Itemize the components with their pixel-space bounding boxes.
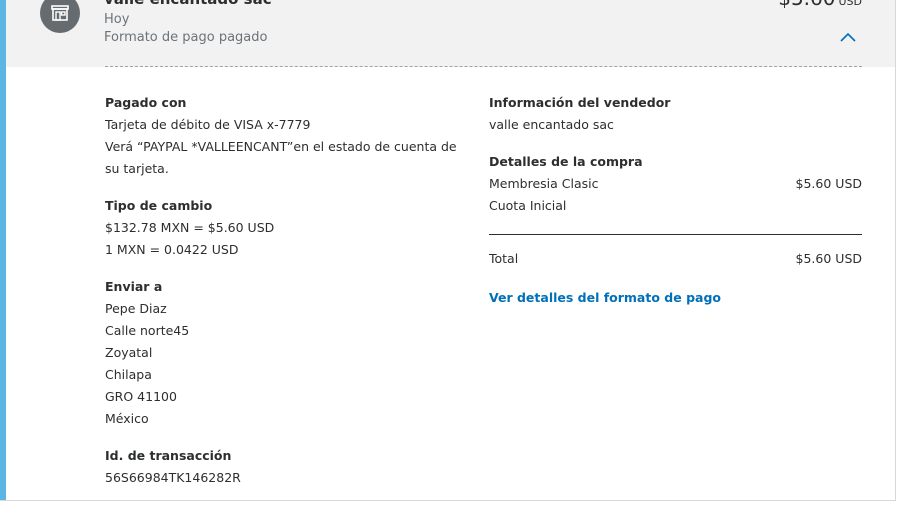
purchase-item-name: Cuota Inicial [489,198,567,213]
amount-value: − $5.60 [755,0,835,10]
transaction-header[interactable]: valle encantado sac Hoy Formato de pago … [6,0,895,67]
right-details: Información del vendedor valle encantado… [489,92,862,309]
header-divider [105,66,862,67]
total-divider [489,234,862,235]
seller-name: valle encantado sac [489,117,614,132]
transaction-id-title: Id. de transacción [105,448,232,463]
chevron-up-icon[interactable] [839,30,857,44]
purchase-item-amount: $5.60 USD [795,176,862,191]
ship-to-line: México [105,411,149,426]
purchase-item-row: Membresia Clasic $5.60 USD [489,173,862,195]
seller-title: Información del vendedor [489,95,671,110]
transaction-date: Hoy [104,12,130,27]
ship-to-title: Enviar a [105,279,163,294]
total-amount: $5.60 USD [795,251,862,266]
transaction-status: Formato de pago pagado [104,30,268,45]
merchant-avatar [40,0,80,33]
payment-details-link[interactable]: Ver detalles del formato de pago [489,287,721,309]
total-label: Total [489,251,519,266]
transaction-card: valle encantado sac Hoy Formato de pago … [0,0,896,501]
amount-currency: USD [838,0,862,8]
transaction-amount: − $5.60USD [755,0,862,10]
exchange-rate: 1 MXN = 0.0422 USD [105,242,239,257]
purchase-item-name: Membresia Clasic [489,176,599,191]
transaction-id: 56S66984TK146282R [105,470,241,485]
selected-accent-bar [0,0,6,500]
ship-to-line: Calle norte45 [105,323,190,338]
left-details: Pagado con Tarjeta de débito de VISA x-7… [105,92,475,489]
paid-with-title: Pagado con [105,95,187,110]
merchant-name: valle encantado sac [104,0,272,8]
ship-to-line: Pepe Diaz [105,301,167,316]
store-icon [51,5,69,21]
statement-note: Verá “PAYPAL *VALLEENCANT”en el estado d… [105,139,457,176]
ship-to-line: Chilapa [105,367,152,382]
ship-to-line: GRO 41100 [105,389,177,404]
payment-method: Tarjeta de débito de VISA x-7779 [105,117,311,132]
total-row: Total $5.60 USD [489,248,862,270]
exchange-title: Tipo de cambio [105,198,213,213]
purchase-title: Detalles de la compra [489,154,643,169]
ship-to-line: Zoyatal [105,345,153,360]
exchange-conversion: $132.78 MXN = $5.60 USD [105,220,275,235]
purchase-item-row: Cuota Inicial [489,195,862,217]
